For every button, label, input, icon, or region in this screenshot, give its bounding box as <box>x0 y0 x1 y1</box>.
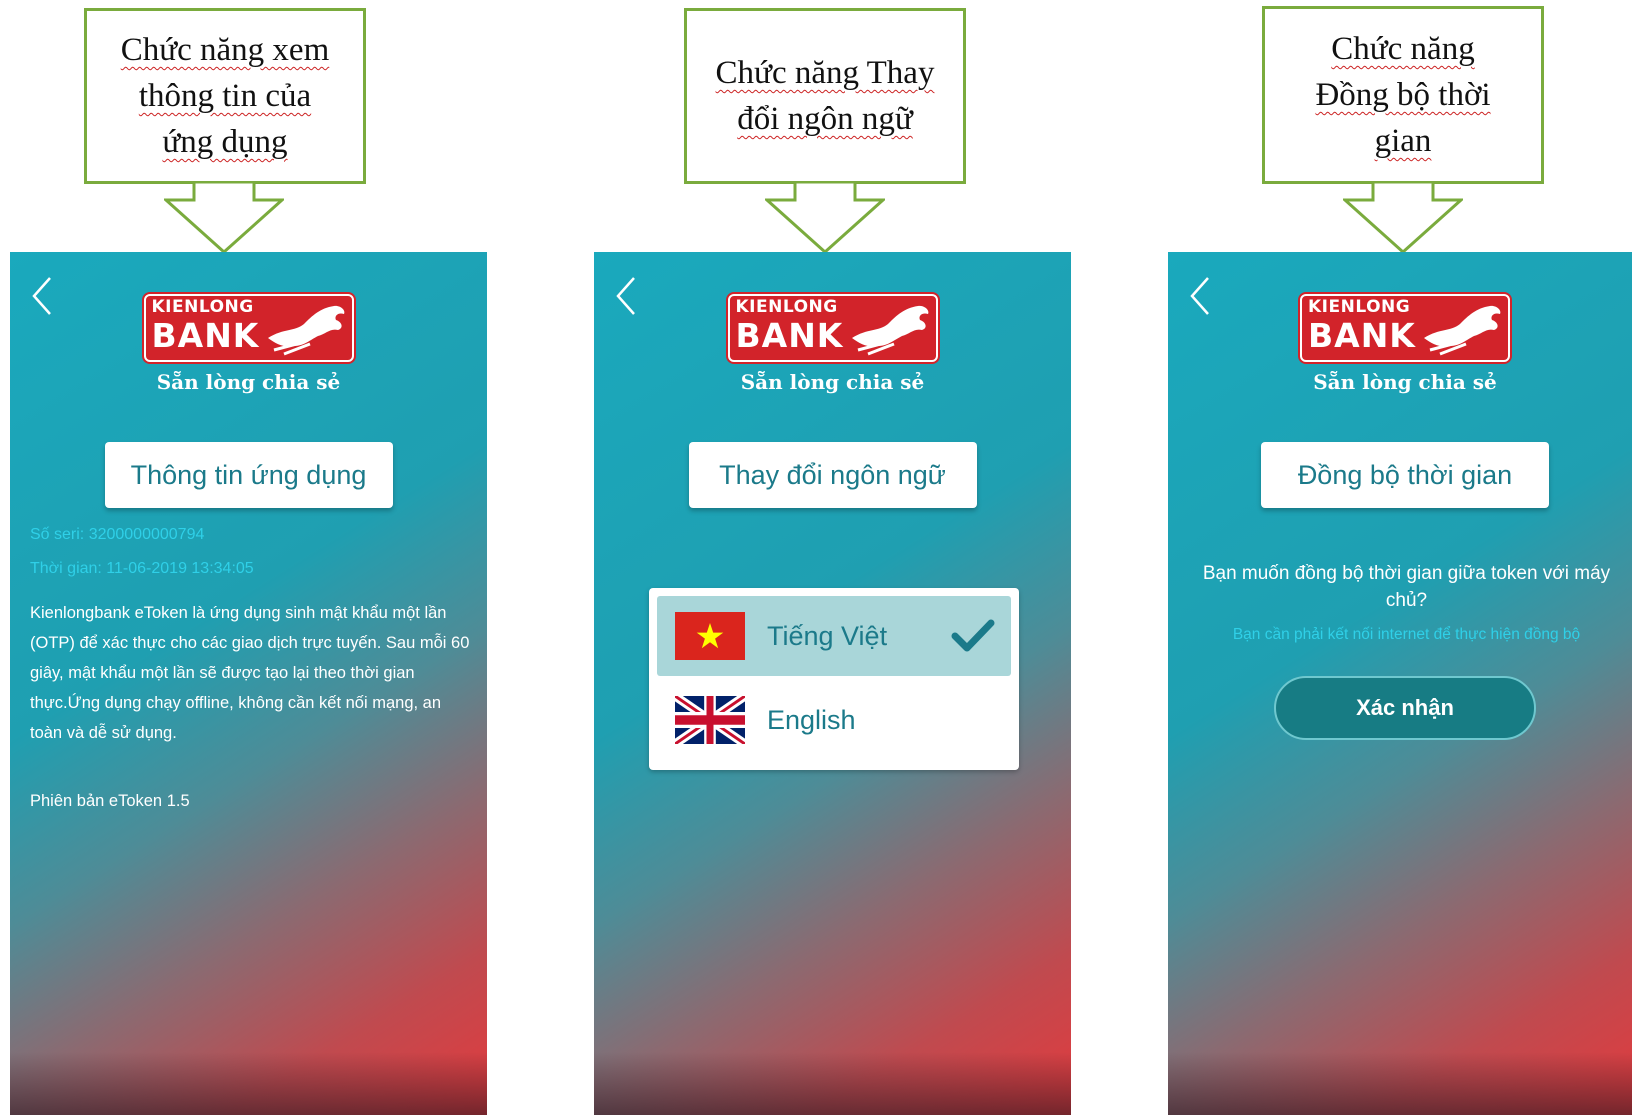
confirm-button[interactable]: Xác nhận <box>1274 676 1536 740</box>
figure-canvas: Chức năng xem thông tin của ứng dụng Chứ… <box>0 0 1632 1115</box>
sync-question: Bạn muốn đồng bộ thời gian giữa token vớ… <box>1202 563 1611 611</box>
callout-text: Chức năng Thay đổi ngôn ngữ <box>715 55 935 137</box>
language-option-english[interactable]: English <box>657 680 1011 760</box>
slogan: Sẵn lòng chia sẻ <box>1313 370 1497 394</box>
callout-time-sync: Chức năng Đồng bộ thời gian <box>1262 6 1544 184</box>
screen-title-language: Thay đổi ngôn ngữ <box>688 442 977 508</box>
dragon-icon <box>1424 305 1501 356</box>
kienlongbank-logo: KIENLONG BANK <box>143 294 354 362</box>
screen-title-app-info: Thông tin ứng dụng <box>104 442 393 508</box>
callout-text: Chức năng xem thông tin của ứng dụng <box>120 32 330 160</box>
vietnam-flag-icon <box>675 612 745 660</box>
chevron-left-icon[interactable] <box>612 274 642 318</box>
phone-screen-language: KIENLONG BANK Sẵn lòng chia sẻ Thay đổi … <box>594 252 1071 1115</box>
sync-internet-note: Bạn cần phải kết nối internet để thực hi… <box>1232 626 1581 643</box>
kienlongbank-logo: KIENLONG BANK <box>727 294 938 362</box>
chevron-left-icon[interactable] <box>1186 274 1216 318</box>
down-arrow-icon <box>164 182 284 254</box>
phone-screen-app-info: KIENLONG BANK Sẵn lòng chia sẻ Thông tin… <box>10 252 487 1115</box>
callout-language: Chức năng Thay đổi ngôn ngữ <box>684 8 966 184</box>
app-version: Phiên bản eToken 1.5 <box>30 792 190 810</box>
dragon-icon <box>851 305 928 356</box>
dragon-icon <box>267 305 344 356</box>
language-option-vietnamese[interactable]: Tiếng Việt <box>657 596 1011 676</box>
kienlongbank-logo: KIENLONG BANK <box>1300 294 1510 362</box>
check-icon <box>951 619 995 652</box>
screen-title-time-sync: Đồng bộ thời gian <box>1261 442 1549 508</box>
phone-screen-time-sync: KIENLONG BANK Sẵn lòng chia sẻ Đồng bộ t… <box>1168 252 1632 1115</box>
slogan: Sẵn lòng chia sẻ <box>740 370 925 394</box>
chevron-left-icon[interactable] <box>28 274 58 318</box>
down-arrow-icon <box>765 182 885 254</box>
app-description: Kienlongbank eToken là ứng dụng sinh mật… <box>30 604 470 742</box>
current-time: Thời gian: 11-06-2019 13:34:05 <box>30 560 254 577</box>
language-list: Tiếng Việt English <box>649 588 1019 770</box>
language-label: Tiếng Việt <box>767 620 888 651</box>
serial-number: Số seri: 3200000000794 <box>30 526 205 543</box>
callout-app-info: Chức năng xem thông tin của ứng dụng <box>84 8 366 184</box>
uk-flag-icon <box>675 696 745 744</box>
down-arrow-icon <box>1343 182 1463 254</box>
language-label: English <box>767 704 856 735</box>
callout-text: Chức năng Đồng bộ thời gian <box>1315 31 1491 159</box>
slogan: Sẵn lòng chia sẻ <box>156 370 341 394</box>
